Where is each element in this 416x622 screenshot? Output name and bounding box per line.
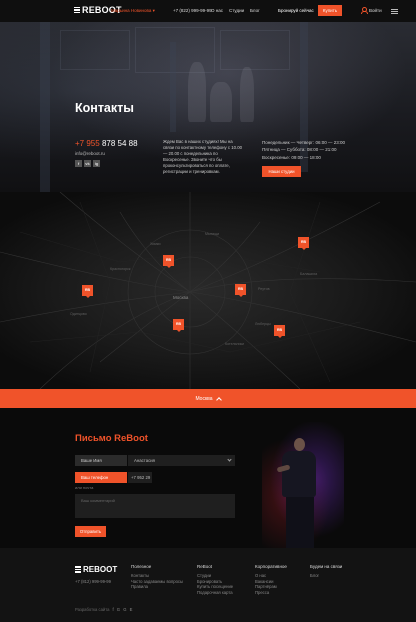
footer-column-contact: Будем на связи Блог bbox=[310, 564, 342, 579]
studio-map-pin[interactable] bbox=[173, 319, 184, 332]
buy-button[interactable]: Купить bbox=[318, 5, 342, 16]
map-label: Химки bbox=[150, 242, 161, 246]
nav-studios[interactable]: Студии bbox=[229, 8, 244, 13]
login-label: Войти bbox=[369, 7, 382, 13]
footer-link[interactable]: Купить посещение bbox=[197, 584, 233, 590]
form-title: Письмо ReBoot bbox=[75, 433, 148, 444]
footer-column-useful: Полезное Контакты Часто задаваемы вопрос… bbox=[131, 564, 183, 590]
map-label: Одинцово bbox=[70, 312, 87, 316]
contact-intro-text: Ждем Вас в наших студиях! Мы на связи по… bbox=[163, 139, 242, 175]
footer-link[interactable]: Пресса bbox=[255, 590, 287, 596]
city-selector-bar[interactable]: Москва bbox=[0, 389, 416, 408]
book-now-link[interactable]: Бронируй сейчас bbox=[278, 8, 314, 13]
footer-heading: Корпоративное bbox=[255, 564, 287, 569]
map-roads bbox=[0, 192, 416, 389]
or-email-link[interactable]: или почта bbox=[75, 485, 93, 490]
comment-field[interactable]: Ваш комментарий bbox=[75, 494, 235, 518]
location-selector[interactable]: Марьина Новинова ▾ bbox=[111, 8, 155, 14]
trainer-photo bbox=[262, 422, 344, 548]
our-studios-button[interactable]: Наши студии bbox=[262, 166, 301, 177]
map-label: Балашиха bbox=[300, 272, 318, 276]
login-button[interactable]: Войти bbox=[361, 7, 382, 14]
instagram-icon[interactable]: ig bbox=[93, 160, 100, 167]
developer-credit[interactable]: Разработка сайта f G G E bbox=[75, 607, 133, 612]
phone-label[interactable]: Ваш телефон bbox=[75, 472, 127, 483]
header-phone[interactable]: +7 (822) 999-99-99 bbox=[173, 8, 212, 13]
map-label: Мытищи bbox=[205, 232, 220, 236]
map-label: Люберцы bbox=[255, 322, 271, 326]
footer-column-reboot: ReBoot Студии Бронировать Купить посещен… bbox=[197, 564, 233, 595]
map-label: Красногорск bbox=[110, 267, 131, 271]
footer-column-corporate: Корпоративное О нас Вакансии Партнёрам П… bbox=[255, 564, 287, 595]
vk-icon[interactable]: vk bbox=[84, 160, 91, 167]
chevron-down-icon bbox=[227, 457, 232, 462]
footer-link[interactable]: Блог bbox=[310, 573, 342, 579]
send-button[interactable]: Отправить bbox=[75, 526, 106, 537]
contact-form-section: Письмо ReBoot Ваше Имя Анастасия Ваш тел… bbox=[0, 408, 416, 548]
logo-mark-icon bbox=[74, 6, 80, 14]
nav-about[interactable]: О нас bbox=[211, 8, 223, 13]
page-title: Контакты bbox=[75, 101, 134, 115]
map-label: Реутов bbox=[258, 287, 270, 291]
menu-icon[interactable] bbox=[391, 9, 398, 14]
phone-field[interactable]: +7 952 29 bbox=[128, 472, 152, 483]
studio-map-pin[interactable] bbox=[163, 255, 174, 268]
name-row: Ваше Имя Анастасия bbox=[75, 455, 235, 466]
phone-row: Ваш телефон +7 952 29 bbox=[75, 472, 235, 483]
nav-blog[interactable]: Блог bbox=[250, 8, 260, 13]
footer-phone[interactable]: +7 (812) 999-99-99 bbox=[75, 579, 111, 584]
studios-map[interactable]: Москва Мытищи Химки Реутов Балашиха Любе… bbox=[0, 192, 416, 389]
top-header: REBOOT Марьина Новинова ▾ +7 (822) 999-9… bbox=[0, 0, 416, 22]
footer-heading: Полезное bbox=[131, 564, 152, 569]
footer-heading: Будем на связи bbox=[310, 564, 343, 569]
footer: REBOOT +7 (812) 999-99-99 Полезное Конта… bbox=[0, 548, 416, 622]
name-field[interactable]: Анастасия bbox=[128, 455, 235, 466]
contact-email[interactable]: info@reboot.ru bbox=[75, 151, 105, 156]
footer-link[interactable]: Правила bbox=[131, 584, 183, 590]
studio-map-pin[interactable] bbox=[235, 284, 246, 297]
footer-link[interactable]: Подарочная карта bbox=[197, 590, 233, 596]
map-label: Котельники bbox=[225, 342, 245, 346]
opening-hours: Понедельник — Четверг: 06:00 — 23:00 Пят… bbox=[262, 140, 345, 160]
name-label: Ваше Имя bbox=[75, 455, 127, 466]
footer-logo[interactable]: REBOOT bbox=[75, 565, 117, 574]
facebook-icon[interactable]: f bbox=[75, 160, 82, 167]
social-links: f vk ig bbox=[75, 160, 100, 167]
user-icon bbox=[361, 7, 368, 14]
footer-heading: ReBoot bbox=[197, 564, 213, 569]
studio-map-pin[interactable] bbox=[82, 285, 93, 298]
chevron-up-icon bbox=[215, 396, 222, 403]
studio-map-pin[interactable] bbox=[274, 325, 285, 338]
logo-mark-icon bbox=[75, 566, 81, 573]
contact-phone[interactable]: +7 955 878 54 88 bbox=[75, 139, 138, 148]
city-name: Москва bbox=[195, 395, 213, 402]
map-label-moscow: Москва bbox=[173, 295, 189, 300]
studio-map-pin[interactable] bbox=[298, 237, 309, 250]
